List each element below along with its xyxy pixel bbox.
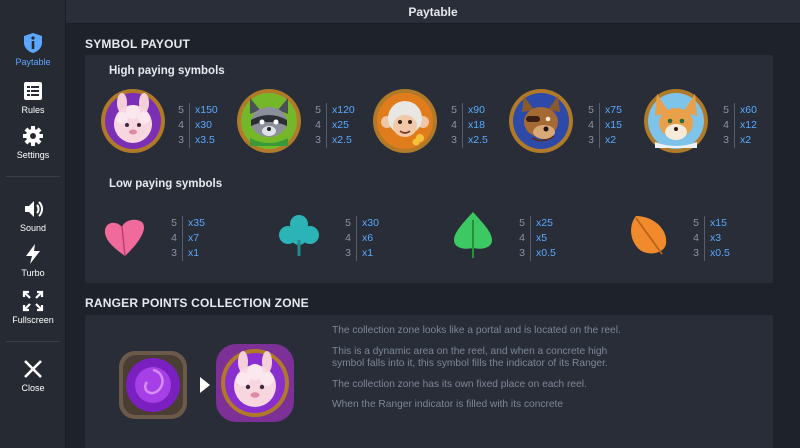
orange-leaf-symbol-icon [631,216,667,255]
close-icon [24,360,42,378]
sidebar-item-label: Fullscreen [12,315,54,325]
arrow-right-icon [200,377,210,393]
sheep-in-portal-icon [216,344,294,422]
info-shield-icon [24,33,42,53]
sidebar-item-close[interactable]: Close [0,358,66,393]
description-paragraph: When the Ranger indicator is filled with… [332,399,564,410]
speaker-icon [25,201,43,217]
pink-leaf-payout: 5 x35 4 x7 3 x1 [171,216,205,261]
collection-zone-description: The collection zone looks like a portal … [332,325,632,420]
sheep-payout: 5 x150 4 x30 3 x3.5 [178,103,218,148]
orange-leaf-payout: 5 x15 4 x3 3 x0.5 [693,216,730,261]
low-paying-title: Low paying symbols [109,178,223,190]
collection-zone-title: RANGER POINTS COLLECTION ZONE [85,296,309,310]
sidebar-item-turbo[interactable]: Turbo [0,243,66,278]
fox-payout: 5 x60 4 x12 3 x2 [723,103,757,148]
sidebar-item-fullscreen[interactable]: Fullscreen [0,290,66,325]
green-leaf-payout: 5 x25 4 x5 3 x0.5 [519,216,556,261]
page-title: Paytable [408,5,458,19]
fox-symbol-icon [644,89,708,153]
list-icon [24,82,42,100]
teal-leaf-payout: 5 x30 4 x6 3 x1 [345,216,379,261]
sheep-symbol-icon [101,89,165,153]
description-paragraph: The collection zone looks like a portal … [332,325,621,336]
sidebar-item-label: Sound [19,223,47,233]
fullscreen-icon [22,290,44,312]
gear-icon [23,126,43,146]
monkey-payout: 5 x90 4 x18 3 x2.5 [451,103,488,148]
sidebar-divider [6,341,60,342]
wolf-payout: 5 x75 4 x15 3 x2 [588,103,622,148]
portal-icon [119,351,187,419]
description-paragraph: The collection zone has its own fixed pl… [332,378,587,390]
sidebar-item-label: Paytable [15,57,51,67]
header-bar: Paytable [66,0,800,24]
teal-leaf-symbol-icon [279,215,319,256]
paytable-screen: Paytable Rules Settings Sound Turbo Full… [0,0,800,448]
sidebar-item-label: Settings [16,150,50,160]
monkey-symbol-icon [373,89,437,153]
sidebar-item-sound[interactable]: Sound [0,198,66,233]
lightning-icon [26,244,40,264]
raccoon-payout: 5 x120 4 x25 3 x2.5 [315,103,355,148]
sidebar-item-settings[interactable]: Settings [0,125,66,160]
sidebar-item-label: Close [21,383,45,393]
wolf-symbol-icon [509,89,573,153]
raccoon-symbol-icon [237,89,301,153]
sidebar-divider [6,176,60,177]
sidebar-item-rules[interactable]: Rules [0,80,66,115]
description-paragraph: This is a dynamic area on the reel, and … [332,345,608,370]
sidebar: Paytable Rules Settings Sound Turbo Full… [0,0,66,448]
high-paying-title: High paying symbols [109,65,225,77]
green-leaf-symbol-icon [454,212,492,258]
sidebar-item-label: Rules [21,105,45,115]
sidebar-item-label: Turbo [21,268,45,278]
pink-leaf-symbol-icon [104,219,145,257]
symbol-payout-title: SYMBOL PAYOUT [85,37,191,51]
sidebar-item-paytable[interactable]: Paytable [0,32,66,67]
